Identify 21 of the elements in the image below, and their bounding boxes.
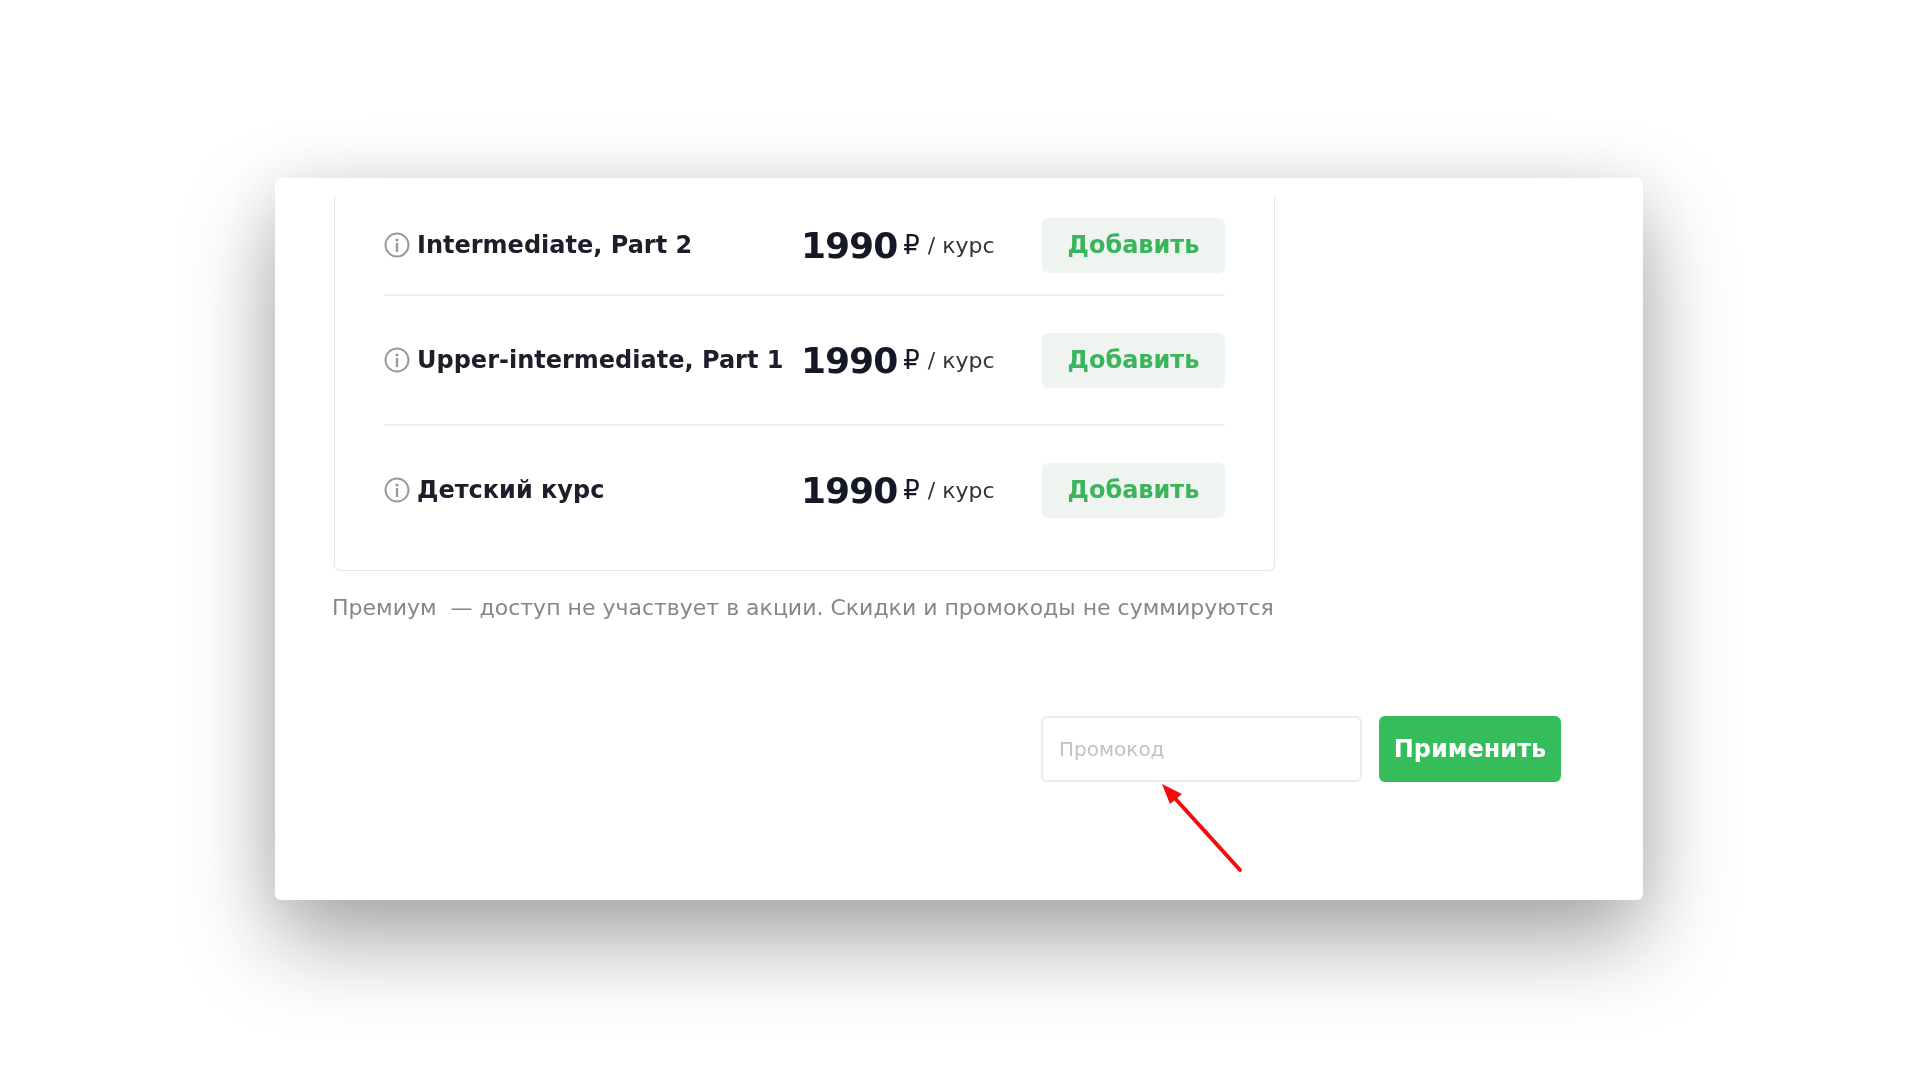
add-button[interactable]: Добавить [1042,462,1225,518]
info-icon [384,232,410,258]
course-title: Upper-intermediate, Part 1 [417,346,785,374]
price-value: 1990 [801,469,898,511]
price-value: 1990 [801,339,898,381]
price-unit: / курс [927,477,995,503]
promo-note: Премиум — доступ не участвует в акции. Скидки и промокоды не суммируются [332,595,1275,620]
price-unit: / курс [927,232,995,258]
info-icon [384,347,410,373]
info-icon [384,477,410,503]
apply-button[interactable]: Применить [1379,716,1561,782]
course-title: Детский курс [417,476,606,504]
add-button[interactable]: Добавить [1042,332,1225,388]
promo-code-field[interactable]: Промокод [1041,716,1362,782]
currency-sign: ₽ [903,345,920,375]
currency-sign: ₽ [903,475,920,505]
currency-sign: ₽ [903,230,920,260]
add-button[interactable]: Добавить [1042,217,1225,273]
price-unit: / курс [927,347,995,373]
course-title: Intermediate, Part 2 [417,231,694,259]
price-value: 1990 [801,224,898,266]
